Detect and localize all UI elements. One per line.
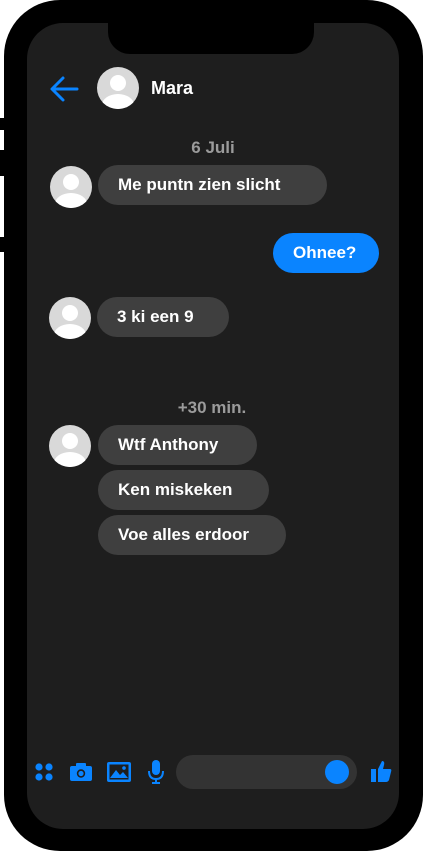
contact-avatar [49,425,91,467]
contact-avatar [50,166,92,208]
message-bubble-incoming[interactable]: 3 ki een 9 [97,297,229,337]
message-bubble-outgoing[interactable]: Ohnee? [273,233,379,273]
timestamp: 6 Juli [191,138,235,157]
message-bubble-incoming[interactable]: Ken miskeken [98,470,269,510]
message-bubble-incoming[interactable]: Voe alles erdoor [98,515,286,555]
thumbs-up-icon[interactable] [370,759,392,783]
message-bubble-incoming[interactable]: Me puntn zien slicht [98,165,327,205]
apps-icon[interactable] [34,762,54,782]
message-bubble-incoming[interactable]: Wtf Anthony [98,425,257,465]
timestamp: +30 min. [177,398,247,417]
message-input[interactable] [176,755,357,789]
contact-avatar[interactable] [97,67,139,109]
microphone-icon[interactable] [147,759,165,785]
image-icon[interactable] [106,761,132,783]
phone-notch [108,22,314,54]
contact-avatar [49,297,91,339]
camera-icon[interactable] [69,762,93,782]
emoji-icon[interactable] [325,760,349,784]
arrow-left-icon[interactable] [49,75,79,103]
contact-name[interactable]: Mara [151,78,193,99]
